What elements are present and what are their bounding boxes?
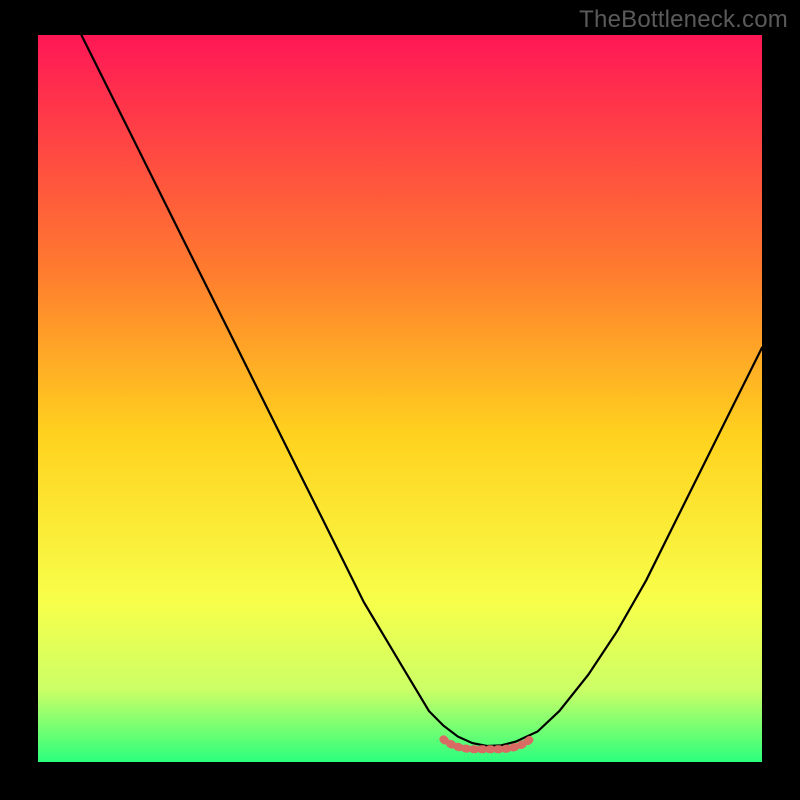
gradient-background xyxy=(38,35,762,762)
chart-svg xyxy=(38,35,762,762)
plot-area xyxy=(38,35,762,762)
watermark-text: TheBottleneck.com xyxy=(579,6,788,34)
chart-frame: TheBottleneck.com xyxy=(0,0,800,800)
